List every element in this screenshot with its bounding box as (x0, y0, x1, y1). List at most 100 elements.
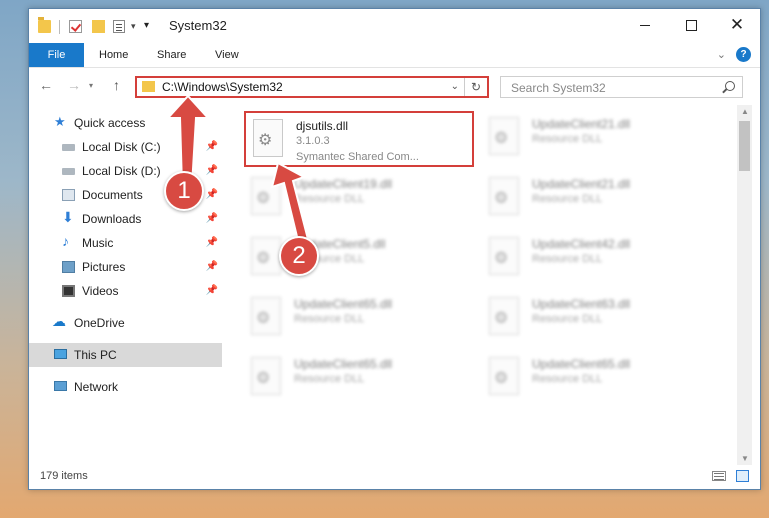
dll-file-icon (489, 177, 519, 215)
file-item[interactable]: UpdateClient65.dll Resource DLL (244, 351, 474, 407)
file-item-djsutils[interactable]: djsutils.dll 3.1.0.3 Symantec Shared Com… (244, 111, 474, 167)
back-arrow-icon[interactable]: ← (39, 77, 53, 93)
sidebar-item-videos[interactable]: Videos 📌 (29, 279, 222, 303)
quick-access-dropdown-icon[interactable]: ▾ (131, 21, 136, 32)
tab-file[interactable]: File (29, 43, 84, 67)
tab-view[interactable]: View (215, 49, 239, 61)
dll-file-icon (489, 357, 519, 395)
sidebar-item-onedrive[interactable]: ☁ OneDrive (29, 311, 222, 335)
minimize-button[interactable] (622, 9, 668, 41)
file-item[interactable]: UpdateClient65.dll Resource DLL (244, 291, 474, 347)
cloud-icon: ☁ (52, 313, 66, 329)
file-version: 3.1.0.3 (296, 135, 330, 147)
dll-file-icon (251, 297, 281, 335)
drive-icon (62, 168, 75, 175)
file-item[interactable]: UpdateClient65.dll Resource DLL (482, 351, 712, 407)
expand-ribbon-chevron-icon[interactable]: ⌄ (717, 48, 726, 61)
step-badge-2: 2 (279, 236, 319, 276)
sidebar-item-label: Pictures (82, 260, 126, 274)
file-name: UpdateClient65.dll (294, 357, 393, 371)
film-icon (62, 285, 75, 297)
details-view-icon[interactable] (712, 471, 726, 481)
pin-icon[interactable]: 📌 (206, 285, 218, 296)
dll-file-icon (251, 357, 281, 395)
file-name: UpdateClient42.dll (532, 237, 631, 251)
maximize-button[interactable] (668, 9, 714, 41)
customize-toolbar-icon[interactable]: ▾ (144, 20, 149, 31)
close-button[interactable]: ✕ (714, 9, 760, 41)
file-type: Resource DLL (532, 133, 603, 145)
sidebar-item-label: Documents (82, 188, 143, 202)
sidebar-item-label: Quick access (74, 116, 146, 130)
sidebar-item-network[interactable]: Network (29, 375, 222, 399)
file-name: UpdateClient65.dll (294, 297, 393, 311)
drive-icon (62, 144, 75, 151)
tab-home[interactable]: Home (99, 49, 128, 61)
download-arrow-icon: ⬇ (62, 209, 74, 225)
sidebar-item-music[interactable]: ♪ Music 📌 (29, 231, 222, 255)
divider (464, 78, 465, 96)
sidebar-item-this-pc[interactable]: This PC (29, 343, 222, 367)
file-name: djsutils.dll (296, 119, 349, 133)
address-path[interactable]: C:\Windows\System32 (162, 80, 283, 94)
sidebar-item-label: Network (74, 380, 119, 394)
scroll-up-icon[interactable]: ▲ (741, 107, 749, 116)
recent-locations-chevron-icon[interactable]: ▾ (89, 81, 93, 90)
search-input[interactable] (509, 80, 713, 96)
window-title: System32 (169, 18, 227, 33)
file-type: Resource DLL (294, 313, 365, 325)
file-name: UpdateClient65.dll (532, 357, 631, 371)
vertical-scrollbar[interactable]: ▲ ▼ (737, 105, 752, 465)
sidebar-item-label: Local Disk (D:) (82, 164, 161, 178)
status-bar: 179 items (29, 465, 760, 489)
dll-file-icon (253, 119, 283, 157)
file-item[interactable]: UpdateClient21.dll Resource DLL (482, 111, 712, 167)
file-name: UpdateClient63.dll (532, 297, 631, 311)
documents-icon (62, 189, 75, 201)
scroll-down-icon[interactable]: ▼ (741, 454, 749, 463)
properties-check-icon[interactable] (69, 20, 82, 33)
large-icons-view-icon[interactable] (736, 470, 749, 482)
sidebar-item-pictures[interactable]: Pictures 📌 (29, 255, 222, 279)
star-icon: ★ (54, 114, 66, 129)
computer-icon (54, 349, 67, 359)
rename-icon[interactable] (113, 20, 125, 33)
refresh-icon[interactable]: ↻ (471, 80, 481, 94)
scroll-thumb[interactable] (739, 121, 750, 171)
pin-icon[interactable]: 📌 (206, 213, 218, 224)
step-badge-1: 1 (164, 171, 204, 211)
sidebar-item-label: Local Disk (C:) (82, 140, 161, 154)
up-arrow-icon[interactable]: ↑ (113, 77, 120, 93)
new-folder-icon[interactable] (92, 20, 105, 33)
dll-file-icon (489, 117, 519, 155)
file-type: Resource DLL (532, 253, 603, 265)
ribbon: File Home Share View ⌄ ? (29, 43, 760, 68)
file-item[interactable]: UpdateClient63.dll Resource DLL (482, 291, 712, 347)
forward-arrow-icon[interactable]: → (67, 77, 81, 93)
sidebar-item-label: Downloads (82, 212, 142, 226)
file-list: djsutils.dll 3.1.0.3 Symantec Shared Com… (224, 105, 739, 465)
address-dropdown-chevron-icon[interactable]: ⌄ (451, 81, 459, 92)
sidebar-item-label: Videos (82, 284, 119, 298)
search-box[interactable] (500, 76, 743, 98)
minimize-icon (640, 24, 650, 26)
explorer-window: ▾ ▾ System32 ✕ File Home Share View ⌄ ? … (28, 8, 761, 490)
sidebar-item-downloads[interactable]: ⬇ Downloads 📌 (29, 207, 222, 231)
navigation-bar: ← → ▾ ↑ C:\Windows\System32 ⌄ ↻ (29, 68, 760, 104)
title-bar: ▾ ▾ System32 ✕ (29, 9, 760, 43)
dll-file-icon (489, 297, 519, 335)
file-name: UpdateClient21.dll (532, 117, 631, 131)
tab-share[interactable]: Share (157, 49, 186, 61)
file-item[interactable]: UpdateClient42.dll Resource DLL (482, 231, 712, 287)
folder-icon (142, 81, 155, 92)
pictures-icon (62, 261, 75, 273)
dll-file-icon (489, 237, 519, 275)
pin-icon[interactable]: 📌 (206, 237, 218, 248)
search-icon[interactable] (725, 81, 735, 91)
file-item[interactable]: UpdateClient21.dll Resource DLL (482, 171, 712, 227)
help-icon[interactable]: ? (736, 47, 751, 62)
pin-icon[interactable]: 📌 (206, 261, 218, 272)
sidebar-item-label: This PC (74, 348, 117, 362)
sidebar-item-label: OneDrive (74, 316, 125, 330)
address-bar[interactable]: C:\Windows\System32 ⌄ ↻ (135, 76, 489, 98)
